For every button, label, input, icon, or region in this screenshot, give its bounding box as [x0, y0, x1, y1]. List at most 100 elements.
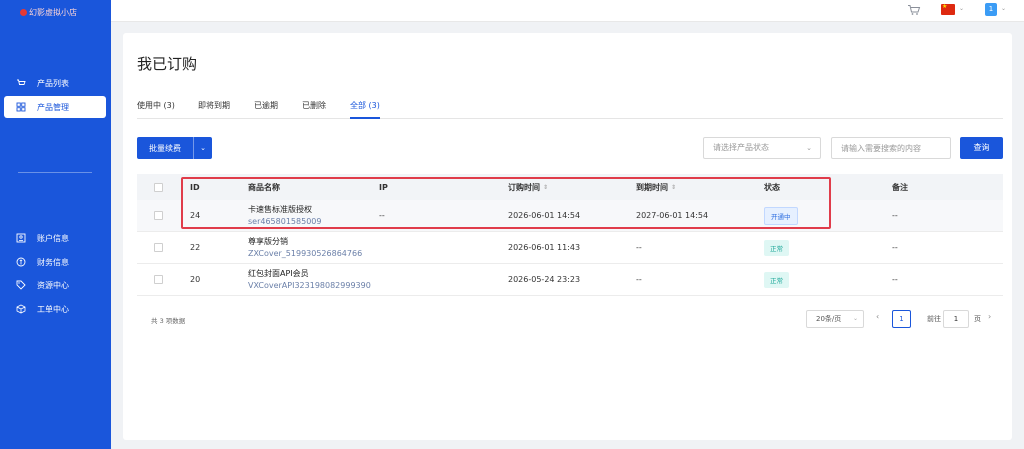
- user-avatar[interactable]: 1: [985, 3, 997, 16]
- tab-expired[interactable]: 已逾期: [254, 99, 278, 119]
- status-select[interactable]: 请选择产品状态 ⌄: [703, 137, 821, 159]
- row-name-cell: 尊享版分销 ZXCover_519930526864766: [248, 232, 362, 263]
- row-remark: --: [892, 275, 898, 284]
- coin-icon: [16, 257, 26, 267]
- row-order-time: 2026-06-01 14:54: [508, 211, 581, 220]
- row-order-time: 2026-05-24 23:23: [508, 275, 581, 284]
- tab-in-use[interactable]: 使用中 (3): [137, 99, 175, 119]
- sidebar-item-product-list[interactable]: 产品列表: [4, 72, 106, 94]
- header-name: 商品名称: [248, 182, 280, 192]
- product-code-link[interactable]: VXCoverAPI323198082999390: [248, 280, 371, 292]
- page-title: 我已订购: [137, 55, 198, 73]
- sidebar-item-account[interactable]: 账户信息: [4, 227, 106, 249]
- status-badge: 正常: [764, 271, 789, 288]
- row-status-cell: 开通中: [764, 200, 798, 231]
- header-ip: IP: [379, 182, 388, 192]
- next-page-icon[interactable]: ›: [988, 312, 991, 321]
- header-order-time[interactable]: 订购时间 ⇕: [508, 174, 548, 200]
- table-row[interactable]: 20 红包封面API会员 VXCoverAPI323198082999390 2…: [137, 264, 1003, 296]
- row-expire-time: 2027-06-01 14:54: [636, 211, 709, 220]
- tab-bar: 使用中 (3) 即将到期 已逾期 已删除 全部 (3): [137, 99, 1003, 119]
- grid-icon: [16, 102, 26, 112]
- cart-icon: [16, 78, 26, 88]
- product-code-link[interactable]: ZXCover_519930526864766: [248, 248, 362, 260]
- row-remark: --: [892, 211, 898, 220]
- row-checkbox-cell: [154, 232, 163, 263]
- page-number-current[interactable]: 1: [892, 310, 911, 328]
- chevron-down-icon[interactable]: ⌄: [194, 144, 212, 152]
- row-remark: --: [892, 243, 898, 252]
- row-id: 22: [190, 243, 201, 252]
- row-status-cell: 正常: [764, 232, 789, 263]
- header-expire-time-label: 到期时间: [636, 182, 668, 192]
- row-name-cell: 卡速售标准版授权 ser465801585009: [248, 200, 321, 231]
- id-card-icon: [16, 233, 26, 243]
- china-flag-icon[interactable]: [941, 3, 955, 15]
- sidebar-item-finance[interactable]: 财务信息: [4, 251, 106, 273]
- row-checkbox-cell: [154, 200, 163, 231]
- sidebar-item-label: 资源中心: [37, 280, 69, 290]
- logo-icon: [20, 9, 27, 16]
- product-name: 红包封面API会员: [248, 268, 309, 278]
- page-size-select[interactable]: 20条/页 ⌄: [806, 310, 864, 328]
- chevron-down-icon: ⌄: [852, 315, 858, 322]
- table-row[interactable]: 24 卡速售标准版授权 ser465801585009 -- 2026-06-0…: [137, 200, 1003, 232]
- sidebar-item-label: 工单中心: [37, 304, 69, 314]
- status-badge: 正常: [764, 239, 789, 256]
- cart-icon[interactable]: [907, 4, 921, 16]
- sidebar: 幻影虚拟小店 产品列表 产品管理 账户信息 财务信息 资源中心 工单中心: [0, 0, 111, 449]
- orders-table: ID 商品名称 IP 订购时间 ⇕ 到期时间 ⇕ 状态 备注 24 卡速售标准版授权…: [137, 174, 1003, 296]
- table-row[interactable]: 22 尊享版分销 ZXCover_519930526864766 2026-06…: [137, 232, 1003, 264]
- sidebar-item-label: 财务信息: [37, 257, 69, 267]
- sidebar-item-label: 产品列表: [37, 78, 69, 88]
- logo: 幻影虚拟小店: [20, 7, 77, 18]
- select-all-cell: [154, 174, 163, 200]
- main-card: 我已订购 使用中 (3) 即将到期 已逾期 已删除 全部 (3) 批量续费 ⌄ …: [123, 33, 1012, 440]
- search-input[interactable]: [831, 137, 951, 159]
- product-code-link[interactable]: ser465801585009: [248, 216, 321, 228]
- status-badge: 开通中: [764, 206, 798, 225]
- tab-all[interactable]: 全部 (3): [350, 99, 380, 119]
- header-expire-time[interactable]: 到期时间 ⇕: [636, 174, 676, 200]
- status-select-placeholder: 请选择产品状态: [713, 143, 769, 152]
- row-ip: --: [379, 211, 385, 220]
- goto-label: 前往: [927, 315, 941, 323]
- logo-text: 幻影虚拟小店: [29, 8, 77, 17]
- tab-deleted[interactable]: 已删除: [302, 99, 326, 119]
- sidebar-item-tickets[interactable]: 工单中心: [4, 298, 106, 320]
- row-id: 20: [190, 275, 201, 284]
- product-name: 尊享版分销: [248, 236, 288, 246]
- row-checkbox[interactable]: [154, 243, 163, 252]
- sort-icon[interactable]: ⇕: [671, 184, 676, 191]
- row-checkbox-cell: [154, 264, 163, 295]
- box-icon: [16, 304, 26, 314]
- row-checkbox[interactable]: [154, 211, 163, 220]
- batch-renew-button[interactable]: 批量续费 ⌄: [137, 137, 212, 159]
- row-name-cell: 红包封面API会员 VXCoverAPI323198082999390: [248, 264, 371, 295]
- row-status-cell: 正常: [764, 264, 789, 295]
- table-header: ID 商品名称 IP 订购时间 ⇕ 到期时间 ⇕ 状态 备注: [137, 174, 1003, 200]
- sort-icon[interactable]: ⇕: [543, 184, 548, 191]
- row-expire-time: --: [636, 243, 642, 252]
- batch-renew-label: 批量续费: [149, 143, 181, 153]
- tag-icon: [16, 280, 26, 290]
- sidebar-item-resources[interactable]: 资源中心: [4, 274, 106, 296]
- sidebar-divider: [18, 172, 92, 173]
- header-status: 状态: [764, 182, 780, 192]
- tab-expiring[interactable]: 即将到期: [198, 99, 230, 119]
- header-remark: 备注: [892, 182, 908, 192]
- query-button[interactable]: 查询: [960, 137, 1003, 159]
- select-all-checkbox[interactable]: [154, 182, 163, 192]
- sidebar-item-label: 产品管理: [37, 102, 69, 112]
- row-checkbox[interactable]: [154, 275, 163, 284]
- chevron-down-icon[interactable]: ⌄: [1001, 5, 1006, 12]
- page-size-value: 20条/页: [816, 315, 842, 323]
- prev-page-icon[interactable]: ‹: [876, 312, 879, 321]
- sidebar-item-product-management[interactable]: 产品管理: [4, 96, 106, 118]
- header-order-time-label: 订购时间: [508, 182, 540, 192]
- row-id: 24: [190, 211, 201, 220]
- row-expire-time: --: [636, 275, 642, 284]
- chevron-down-icon[interactable]: ⌄: [959, 5, 964, 12]
- goto-page-input[interactable]: 1: [943, 310, 969, 328]
- header-id: ID: [190, 182, 200, 192]
